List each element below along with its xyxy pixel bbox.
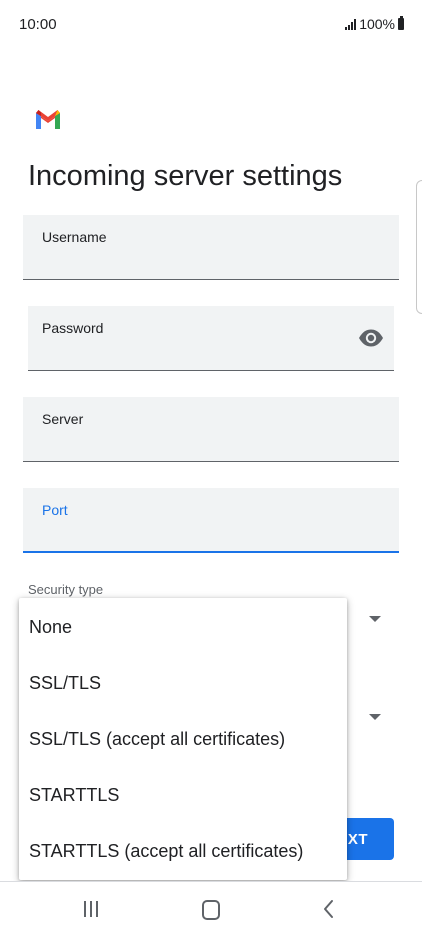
status-time: 10:00 xyxy=(19,16,57,33)
scroll-indicator[interactable] xyxy=(416,180,422,314)
username-label: Username xyxy=(42,229,107,245)
signal-icon xyxy=(345,18,357,30)
menu-option-starttls-accept-all[interactable]: STARTTLS (accept all certificates) xyxy=(19,823,347,879)
home-icon[interactable] xyxy=(202,900,220,920)
username-field[interactable]: Username xyxy=(23,215,399,280)
status-indicators: 100% xyxy=(345,16,404,32)
page-title: Incoming server settings xyxy=(28,160,343,192)
menu-option-none[interactable]: None xyxy=(19,599,347,655)
password-field[interactable]: Password xyxy=(28,306,394,371)
port-field[interactable]: Port xyxy=(23,488,399,553)
security-type-menu: None SSL/TLS SSL/TLS (accept all certifi… xyxy=(19,598,347,880)
back-icon[interactable] xyxy=(321,898,337,920)
menu-option-ssl-tls-accept-all[interactable]: SSL/TLS (accept all certificates) xyxy=(19,711,347,767)
server-field[interactable]: Server xyxy=(23,397,399,462)
menu-option-starttls[interactable]: STARTTLS xyxy=(19,767,347,823)
security-type-label: Security type xyxy=(28,582,104,597)
password-label: Password xyxy=(42,320,104,336)
server-label: Server xyxy=(42,411,84,427)
security-type-dropdown-arrow-icon[interactable] xyxy=(369,616,381,622)
gmail-logo-icon xyxy=(36,110,60,129)
show-password-eye-icon[interactable] xyxy=(358,328,384,348)
next-button-label: XT xyxy=(347,830,368,848)
second-dropdown-arrow-icon[interactable] xyxy=(369,714,381,720)
port-label: Port xyxy=(42,502,68,518)
recents-icon[interactable] xyxy=(84,901,98,917)
battery-percent: 100% xyxy=(359,16,395,32)
menu-option-ssl-tls[interactable]: SSL/TLS xyxy=(19,655,347,711)
battery-icon xyxy=(398,16,404,30)
